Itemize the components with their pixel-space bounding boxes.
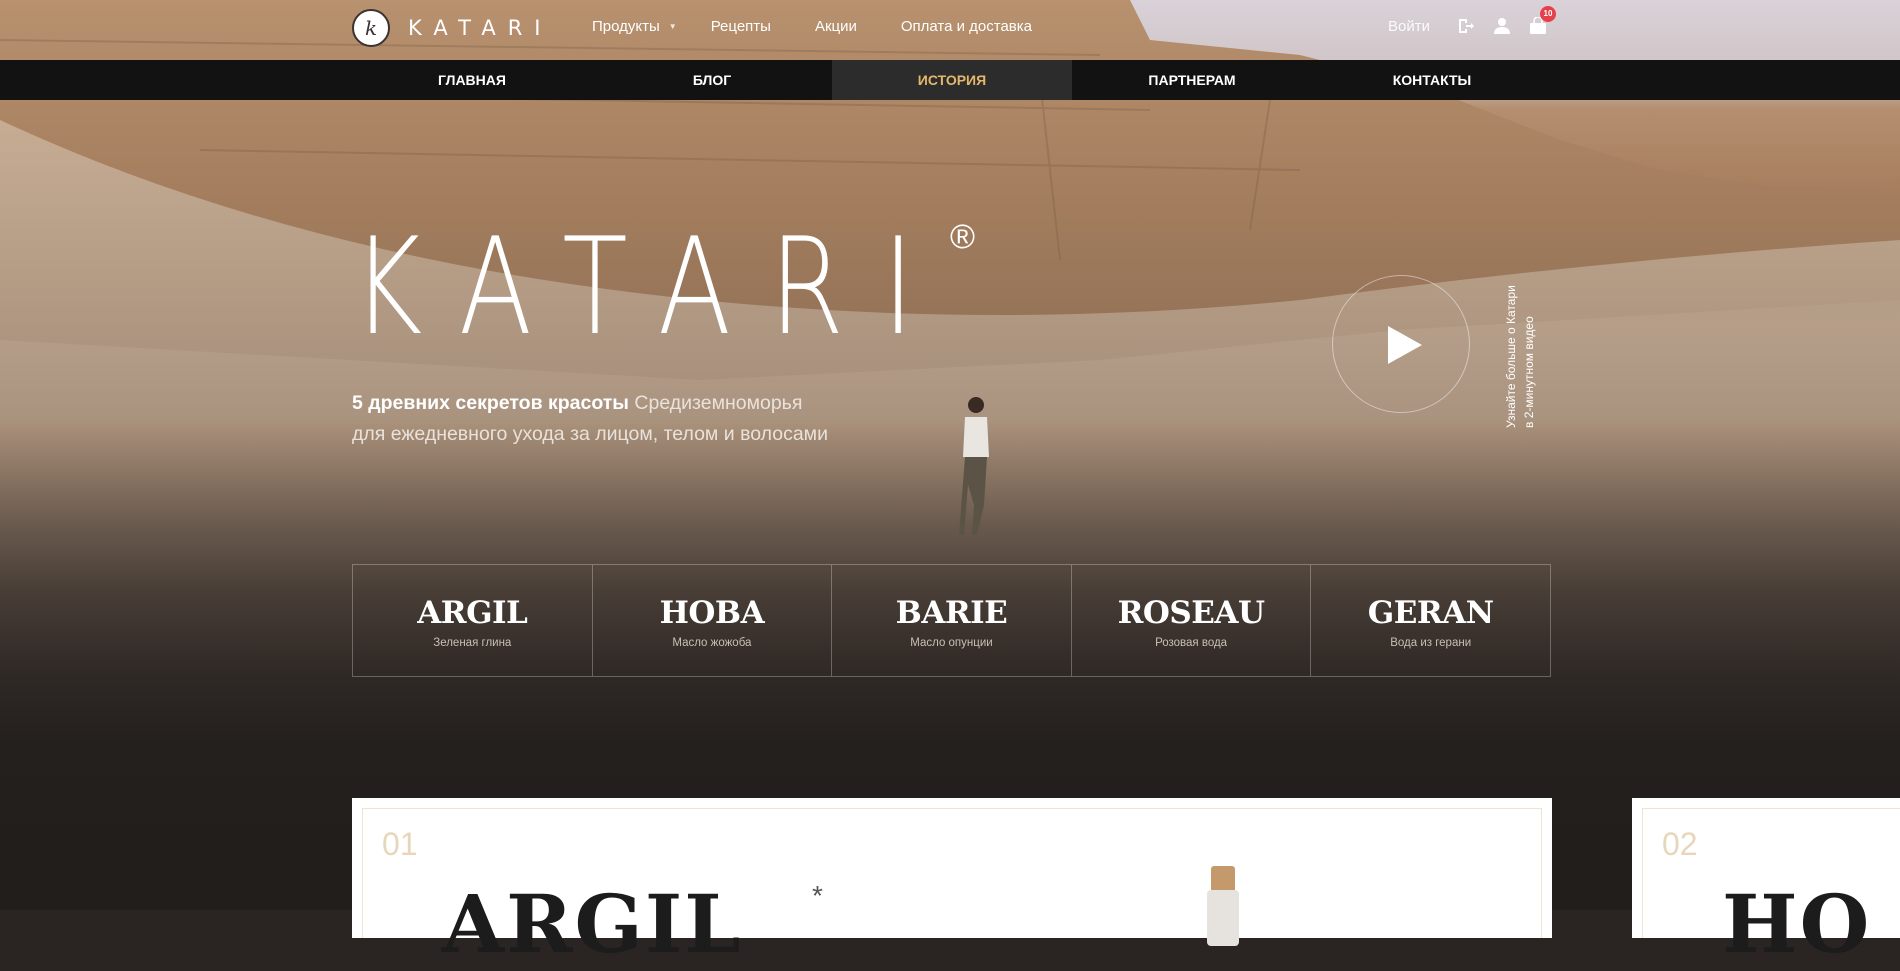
video-caption-line2: в 2-минутном видео — [1522, 316, 1536, 428]
logo-text: KATARI — [408, 16, 553, 40]
nav-products[interactable]: Продукты ▼ — [592, 18, 685, 35]
hero-title: KATARI — [352, 209, 953, 365]
top-nav: Продукты ▼ Рецепты Акции Оплата и доставк… — [592, 18, 1076, 35]
tab-blog[interactable]: БЛОГ — [592, 60, 832, 100]
card-number: 02 — [1662, 826, 1698, 862]
ingredient-desc: Масло опунции — [910, 637, 993, 649]
header-icons: 10 — [1456, 6, 1564, 36]
ingredient-argil[interactable]: ARGIL Зеленая глина — [353, 565, 593, 676]
ingredient-name: GERAN — [1367, 595, 1494, 631]
card-asterisk: * — [812, 880, 823, 911]
brand-logo[interactable]: k KATARI — [352, 8, 553, 48]
top-header: k KATARI Продукты ▼ Рецепты Акции Оплата … — [0, 0, 1900, 60]
ingredient-name: ARGIL — [417, 595, 528, 631]
registered-mark: ® — [950, 218, 976, 256]
video-caption: Узнайте больше о Катари в 2-минутном вид… — [1502, 268, 1542, 428]
ingredient-roseau[interactable]: ROSEAU Розовая вода — [1072, 565, 1312, 676]
tab-contacts[interactable]: КОНТАКТЫ — [1312, 60, 1552, 100]
ingredient-name: BARIE — [895, 595, 1008, 631]
hero-subtitle-line2: для ежедневного ухода за лицом, телом и … — [352, 423, 828, 445]
ingredient-barie[interactable]: BARIE Масло опунции — [832, 565, 1072, 676]
cart-button[interactable]: 10 — [1528, 6, 1556, 36]
play-icon — [1388, 326, 1422, 364]
ingredient-hoba[interactable]: HOBA Масло жожоба — [593, 565, 833, 676]
walking-woman-figure — [959, 397, 989, 535]
ingredient-geran[interactable]: GERAN Вода из герани — [1311, 565, 1550, 676]
user-icon[interactable] — [1492, 16, 1512, 36]
ingredient-card-1[interactable]: 01 ARGIL * — [352, 798, 1552, 964]
chevron-down-icon: ▼ — [668, 22, 677, 31]
cart-count-badge: 10 — [1540, 6, 1556, 22]
ingredient-desc: Вода из герани — [1390, 637, 1472, 649]
bottle-image — [1207, 866, 1239, 946]
play-video-button[interactable] — [1332, 275, 1470, 413]
nav-payment-delivery[interactable]: Оплата и доставка — [901, 18, 1032, 35]
nav-promotions[interactable]: Акции — [815, 18, 857, 35]
hero-subtitle: 5 древних секретов красоты Средиземномор… — [352, 388, 828, 450]
nav-products-label: Продукты — [592, 18, 660, 35]
card-title: ARGIL — [442, 877, 743, 971]
logo-mark: k — [352, 9, 390, 47]
nav-recipes[interactable]: Рецепты — [711, 18, 771, 35]
tab-partners[interactable]: ПАРТНЕРАМ — [1072, 60, 1312, 100]
ingredient-name: ROSEAU — [1117, 595, 1265, 631]
section-nav: ГЛАВНАЯ БЛОГ ИСТОРИЯ ПАРТНЕРАМ КОНТАКТЫ — [0, 60, 1900, 100]
video-caption-line1: Узнайте больше о Катари — [1504, 285, 1518, 428]
tab-history[interactable]: ИСТОРИЯ — [832, 60, 1072, 100]
hero-subtitle-rest: Средиземноморья — [628, 392, 803, 414]
ingredient-desc: Масло жожоба — [672, 637, 752, 649]
ingredient-name: HOBA — [659, 595, 765, 631]
card-number: 01 — [382, 826, 418, 862]
ingredient-card-2[interactable]: 02 HO — [1632, 798, 1900, 964]
tab-main[interactable]: ГЛАВНАЯ — [352, 60, 592, 100]
ingredient-desc: Розовая вода — [1155, 637, 1228, 649]
logout-icon[interactable] — [1456, 16, 1476, 36]
ingredient-desc: Зеленая глина — [433, 637, 512, 649]
ingredients-row: ARGIL Зеленая глина HOBA Масло жожоба BA… — [352, 564, 1551, 677]
hero-subtitle-bold: 5 древних секретов красоты — [352, 392, 629, 414]
card-title: HO — [1722, 877, 1872, 971]
login-link[interactable]: Войти — [1388, 18, 1430, 35]
